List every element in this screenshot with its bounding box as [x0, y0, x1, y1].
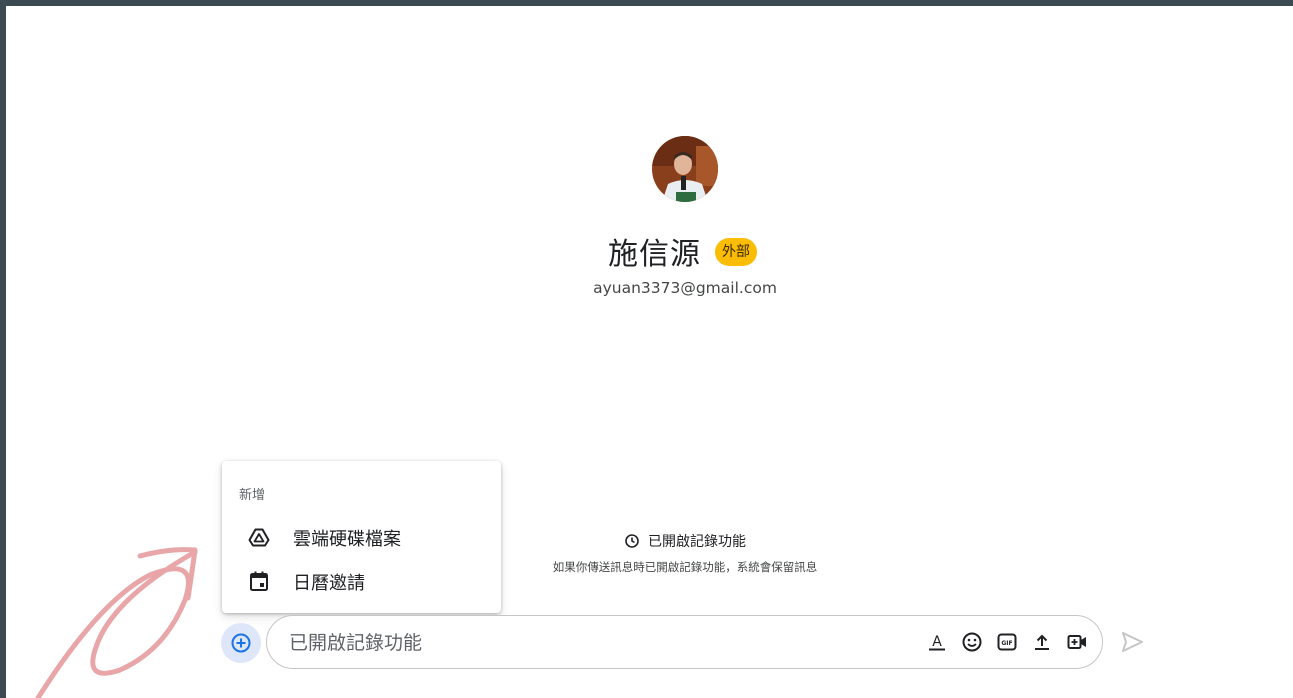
video-meeting-icon[interactable] — [1066, 631, 1088, 653]
menu-item-calendar-invite-label: 日曆邀請 — [293, 573, 365, 594]
history-clock-icon — [624, 533, 640, 553]
history-status-label: 已開啟記錄功能 — [648, 534, 746, 550]
svg-text:GIF: GIF — [1001, 640, 1012, 647]
calendar-icon — [248, 570, 270, 592]
emoji-icon[interactable] — [961, 631, 983, 653]
send-icon — [1122, 632, 1143, 652]
add-menu: 新增 雲端硬碟檔案 日曆邀請 — [222, 461, 501, 613]
menu-item-drive-file-label: 雲端硬碟檔案 — [293, 529, 401, 550]
add-circle-icon — [231, 633, 251, 653]
message-composer: A GIF — [266, 615, 1103, 669]
chat-pane — [6, 6, 1293, 698]
message-input[interactable] — [287, 628, 891, 658]
send-button[interactable] — [1118, 628, 1146, 656]
menu-item-calendar-invite[interactable]: 日曆邀請 — [222, 560, 501, 600]
add-button[interactable] — [221, 623, 261, 663]
external-badge: 外部 — [715, 238, 757, 266]
history-description: 如果你傳送訊息時已開啟記錄功能，系統會保留訊息 — [552, 560, 818, 574]
add-menu-heading: 新增 — [239, 488, 266, 503]
svg-text:A: A — [932, 634, 942, 650]
contact-avatar — [652, 136, 718, 202]
contact-name: 施信源 — [608, 237, 701, 272]
history-status: 已開啟記錄功能 — [0, 531, 1293, 553]
contact-email: ayuan3373@gmail.com — [593, 279, 777, 297]
google-drive-icon — [248, 526, 270, 548]
format-text-icon[interactable]: A — [926, 631, 948, 653]
upload-icon[interactable] — [1031, 631, 1053, 653]
gif-icon[interactable]: GIF — [996, 631, 1018, 653]
menu-item-drive-file[interactable]: 雲端硬碟檔案 — [222, 516, 501, 556]
